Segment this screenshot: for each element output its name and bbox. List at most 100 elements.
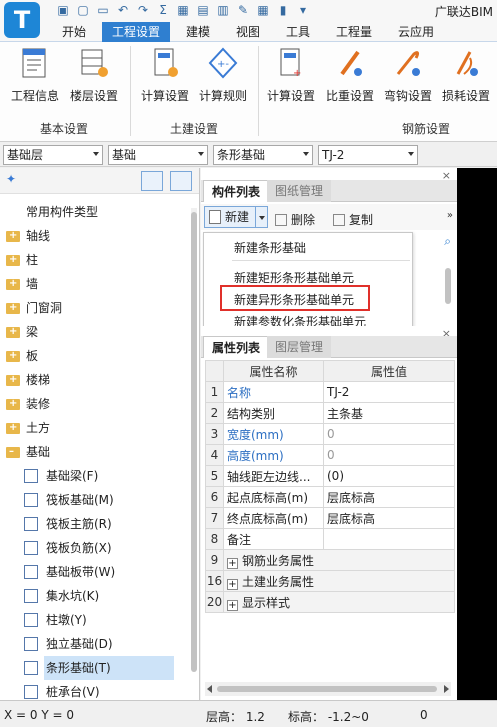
scroll-right-icon[interactable] xyxy=(444,685,449,693)
property-group-row[interactable]: 9 + 钢筋业务属性 xyxy=(205,549,455,571)
sum-icon[interactable]: Σ xyxy=(156,2,170,18)
dropdown-icon[interactable]: ▾ xyxy=(296,2,310,18)
expand-icon[interactable]: + xyxy=(227,599,238,611)
property-row[interactable]: 5 轴线距左边线... (0) xyxy=(205,465,455,487)
tab-view[interactable]: 视图 xyxy=(226,22,270,42)
scroll-left-icon[interactable] xyxy=(207,685,212,693)
property-group-row[interactable]: 20 + 显示样式 xyxy=(205,591,455,613)
property-value[interactable]: (0) xyxy=(323,465,455,487)
type-select[interactable]: 条形基础 xyxy=(213,145,313,165)
menu-item-new-rect-unit[interactable]: 新建矩形条形基础单元 xyxy=(234,269,354,286)
list-view-icon[interactable] xyxy=(141,171,163,191)
calc-rules-button[interactable]: +- 计算规则 xyxy=(194,46,252,104)
tab-property-list[interactable]: 属性列表 xyxy=(203,336,270,358)
drawing-canvas[interactable] xyxy=(457,168,497,700)
tree-item[interactable]: 筏板主筋(R) xyxy=(0,512,190,536)
save-icon[interactable]: ▣ xyxy=(56,2,70,18)
calc-settings-rebar-button[interactable]: + 计算设置 xyxy=(262,46,320,104)
component-list-scrollbar[interactable] xyxy=(445,268,451,304)
tree-folder[interactable]: 板 xyxy=(0,344,190,368)
tree-item[interactable]: 基础梁(F) xyxy=(0,464,190,488)
floor-settings-button[interactable]: 楼层设置 xyxy=(65,46,123,104)
tab-quantity[interactable]: 工程量 xyxy=(326,22,382,42)
tree-folder[interactable]: 门窗洞 xyxy=(0,296,190,320)
pin-icon[interactable]: ✦ xyxy=(6,172,16,186)
tab-layer-management[interactable]: 图层管理 xyxy=(267,336,332,358)
redo-icon[interactable]: ↷ xyxy=(136,2,150,18)
delete-button[interactable]: 删除 xyxy=(275,211,315,228)
property-value[interactable]: 0 xyxy=(323,444,455,466)
tab-tools[interactable]: 工具 xyxy=(276,22,320,42)
tab-component-list[interactable]: 构件列表 xyxy=(203,180,270,202)
tree-folder[interactable]: 墙 xyxy=(0,272,190,296)
property-group-row[interactable]: 16 + 土建业务属性 xyxy=(205,570,455,592)
property-row[interactable]: 4 高度(mm) 0 xyxy=(205,444,455,466)
scrollbar-thumb[interactable] xyxy=(217,686,437,692)
new-file-icon[interactable]: ▢ xyxy=(76,2,90,18)
property-value[interactable]: TJ-2 xyxy=(323,381,455,403)
grid-icon[interactable]: ▦ xyxy=(176,2,190,18)
property-row[interactable]: 1 名称 TJ-2 xyxy=(205,381,455,403)
scrollbar-thumb[interactable] xyxy=(191,212,197,672)
menu-item-new-strip-foundation[interactable]: 新建条形基础 xyxy=(234,239,306,256)
component-select[interactable]: TJ-2 xyxy=(318,145,418,165)
raft-foundation-icon xyxy=(24,493,38,507)
tree-scrollbar[interactable] xyxy=(191,208,197,672)
tree-folder-foundation[interactable]: 基础 xyxy=(0,440,190,464)
property-value[interactable] xyxy=(323,528,455,550)
property-value[interactable]: 主条基 xyxy=(323,402,455,424)
tree-folder[interactable]: 柱 xyxy=(0,248,190,272)
tree-folder[interactable]: 轴线 xyxy=(0,224,190,248)
tab-start[interactable]: 开始 xyxy=(52,22,96,42)
chart-icon[interactable]: ▮ xyxy=(276,2,290,18)
tree-item[interactable]: 桩承台(V) xyxy=(0,680,190,700)
property-row[interactable]: 6 起点底标高(m) 层底标高 xyxy=(205,486,455,508)
property-row[interactable]: 2 结构类别 主条基 xyxy=(205,402,455,424)
property-row[interactable]: 3 宽度(mm) 0 xyxy=(205,423,455,445)
property-value[interactable]: 0 xyxy=(323,423,455,445)
report-icon[interactable]: ▤ xyxy=(196,2,210,18)
tree-item[interactable]: 集水坑(K) xyxy=(0,584,190,608)
tree-item[interactable]: 基础板带(W) xyxy=(0,560,190,584)
tree-item-strip-foundation[interactable]: 条形基础(T) xyxy=(0,656,190,680)
weight-settings-button[interactable]: 比重设置 xyxy=(321,46,379,104)
tree-folder[interactable]: 土方 xyxy=(0,416,190,440)
expand-icon[interactable]: + xyxy=(227,557,238,569)
project-info-button[interactable]: 工程信息 xyxy=(6,46,64,104)
detail-view-icon[interactable] xyxy=(170,171,192,191)
tree-item[interactable]: 柱墩(Y) xyxy=(0,608,190,632)
loss-settings-button[interactable]: 损耗设置 xyxy=(437,46,495,104)
undo-icon[interactable]: ↶ xyxy=(116,2,130,18)
tab-project-settings[interactable]: 工程设置 xyxy=(102,22,171,42)
more-icon[interactable]: » xyxy=(447,210,453,221)
new-button[interactable]: 新建 xyxy=(204,206,268,228)
chevron-down-icon[interactable] xyxy=(255,207,267,227)
expand-icon[interactable]: + xyxy=(227,578,238,590)
tree-folder[interactable]: 梁 xyxy=(0,320,190,344)
property-row[interactable]: 7 终点底标高(m) 层底标高 xyxy=(205,507,455,529)
tab-cloud[interactable]: 云应用 xyxy=(388,22,444,42)
floor-select[interactable]: 基础层 xyxy=(3,145,103,165)
property-value[interactable]: 层底标高 xyxy=(323,486,455,508)
bend-settings-button[interactable]: 弯钩设置 xyxy=(379,46,437,104)
tab-modeling[interactable]: 建模 xyxy=(176,22,220,42)
calc-settings-civil-button[interactable]: 计算设置 xyxy=(136,46,194,104)
tab-drawing-management[interactable]: 图纸管理 xyxy=(267,180,332,202)
view-icon[interactable]: ▥ xyxy=(216,2,230,18)
component-type-tree-panel: ✦ 常用构件类型 轴线 柱 墙 门窗洞 梁 板 楼梯 装修 土方 基础 基础梁(… xyxy=(0,168,200,700)
open-folder-icon[interactable]: ▭ xyxy=(96,2,110,18)
edit-icon[interactable]: ✎ xyxy=(236,2,250,18)
tree-item[interactable]: 独立基础(D) xyxy=(0,632,190,656)
property-hscrollbar[interactable] xyxy=(205,682,451,696)
table-icon[interactable]: ▦ xyxy=(256,2,270,18)
search-icon[interactable]: ⌕ xyxy=(444,234,451,249)
category-select[interactable]: 基础 xyxy=(108,145,208,165)
app-logo[interactable]: T xyxy=(4,2,40,38)
tree-item[interactable]: 筏板负筋(X) xyxy=(0,536,190,560)
tree-folder[interactable]: 装修 xyxy=(0,392,190,416)
tree-folder[interactable]: 楼梯 xyxy=(0,368,190,392)
tree-item[interactable]: 筏板基础(M) xyxy=(0,488,190,512)
property-value[interactable]: 层底标高 xyxy=(323,507,455,529)
copy-button[interactable]: 复制 xyxy=(333,211,373,228)
property-row[interactable]: 8 备注 xyxy=(205,528,455,550)
